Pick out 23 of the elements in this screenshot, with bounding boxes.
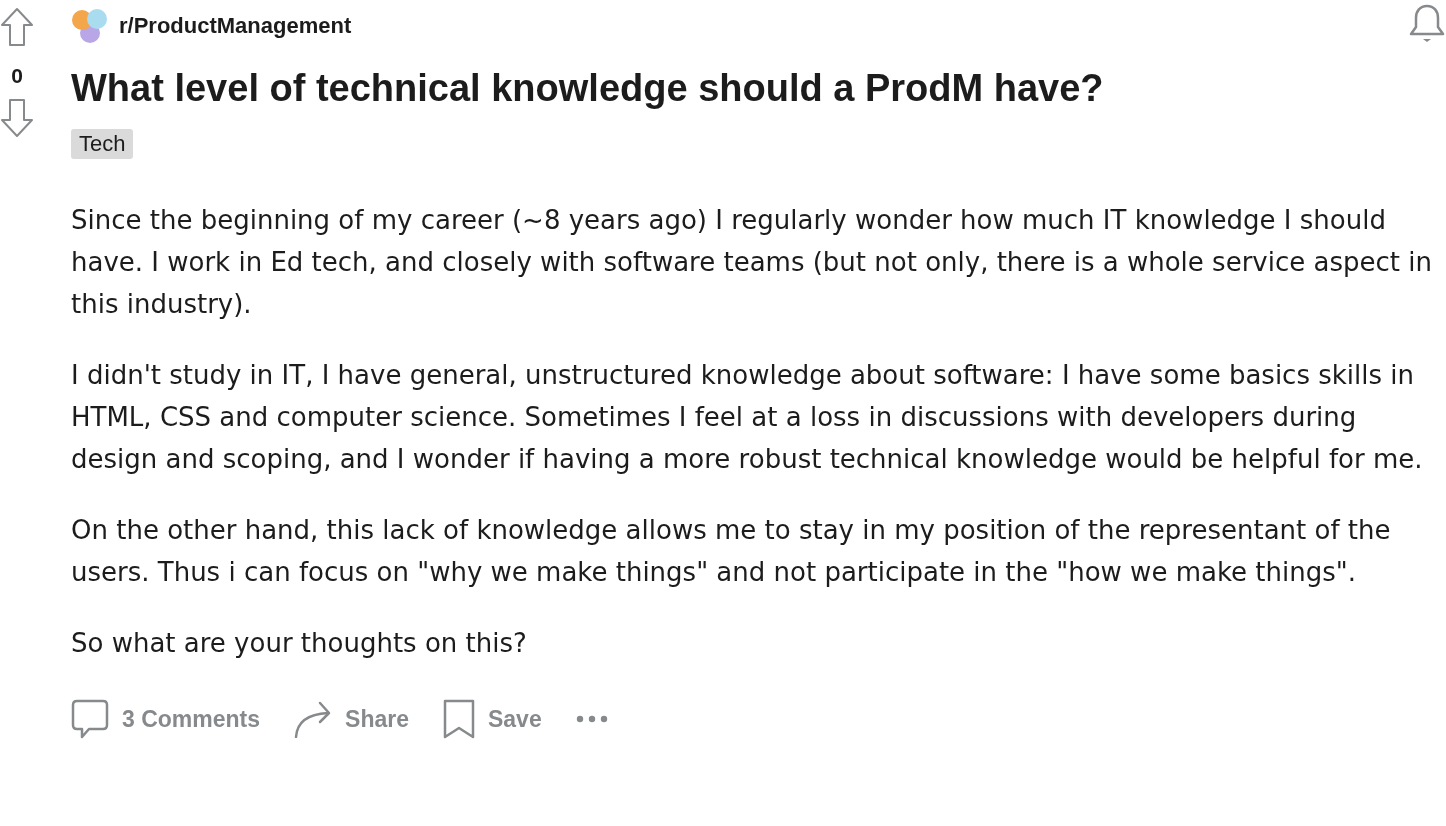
upvote-button[interactable] xyxy=(0,7,34,47)
downvote-button[interactable] xyxy=(0,98,34,138)
vote-score: 0 xyxy=(11,64,23,88)
share-button[interactable]: Share xyxy=(294,700,409,738)
bookmark-icon xyxy=(443,699,475,739)
curved-arrow-icon xyxy=(294,700,333,738)
speech-bubble-icon xyxy=(71,699,109,739)
post-flair: Tech xyxy=(71,129,134,159)
more-dots-icon xyxy=(575,715,608,723)
post-paragraph: Since the beginning of my career (~8 years ago) I regularly wonder how much IT knowledge I should have. I work in Ed tech, and closely with software teams (but not only, there is a whole service aspect in this industry). xyxy=(71,204,1433,321)
up-arrow-icon xyxy=(0,7,34,47)
post-paragraph: So what are your thoughts on this? xyxy=(71,627,528,660)
post-title: What level of technical knowledge should a ProdM have? xyxy=(71,66,1105,111)
save-button[interactable]: Save xyxy=(443,699,542,739)
bell-icon xyxy=(1408,3,1446,43)
subreddit-icon xyxy=(71,8,109,44)
post-paragraph: On the other hand, this lack of knowledge allows me to stay in my position of the representant of the users. Thus i can focus on "why we make things" and not participate in the "how we make things". xyxy=(71,514,1392,589)
subreddit-link[interactable]: r/ProductManagement xyxy=(71,8,352,44)
post-paragraph: I didn't study in IT, I have general, unstructured knowledge about software: I have some basics skills in HTML, CSS and computer science. Sometimes I feel at a loss in discussions with developers during design and scoping, and I wonder if having a more robust technical knowledge would be helpful for me. xyxy=(71,359,1424,476)
notification-bell-button[interactable] xyxy=(1408,3,1446,43)
comments-button[interactable]: 3 Comments xyxy=(71,699,261,739)
more-button[interactable] xyxy=(575,715,608,723)
down-arrow-icon xyxy=(0,98,34,138)
